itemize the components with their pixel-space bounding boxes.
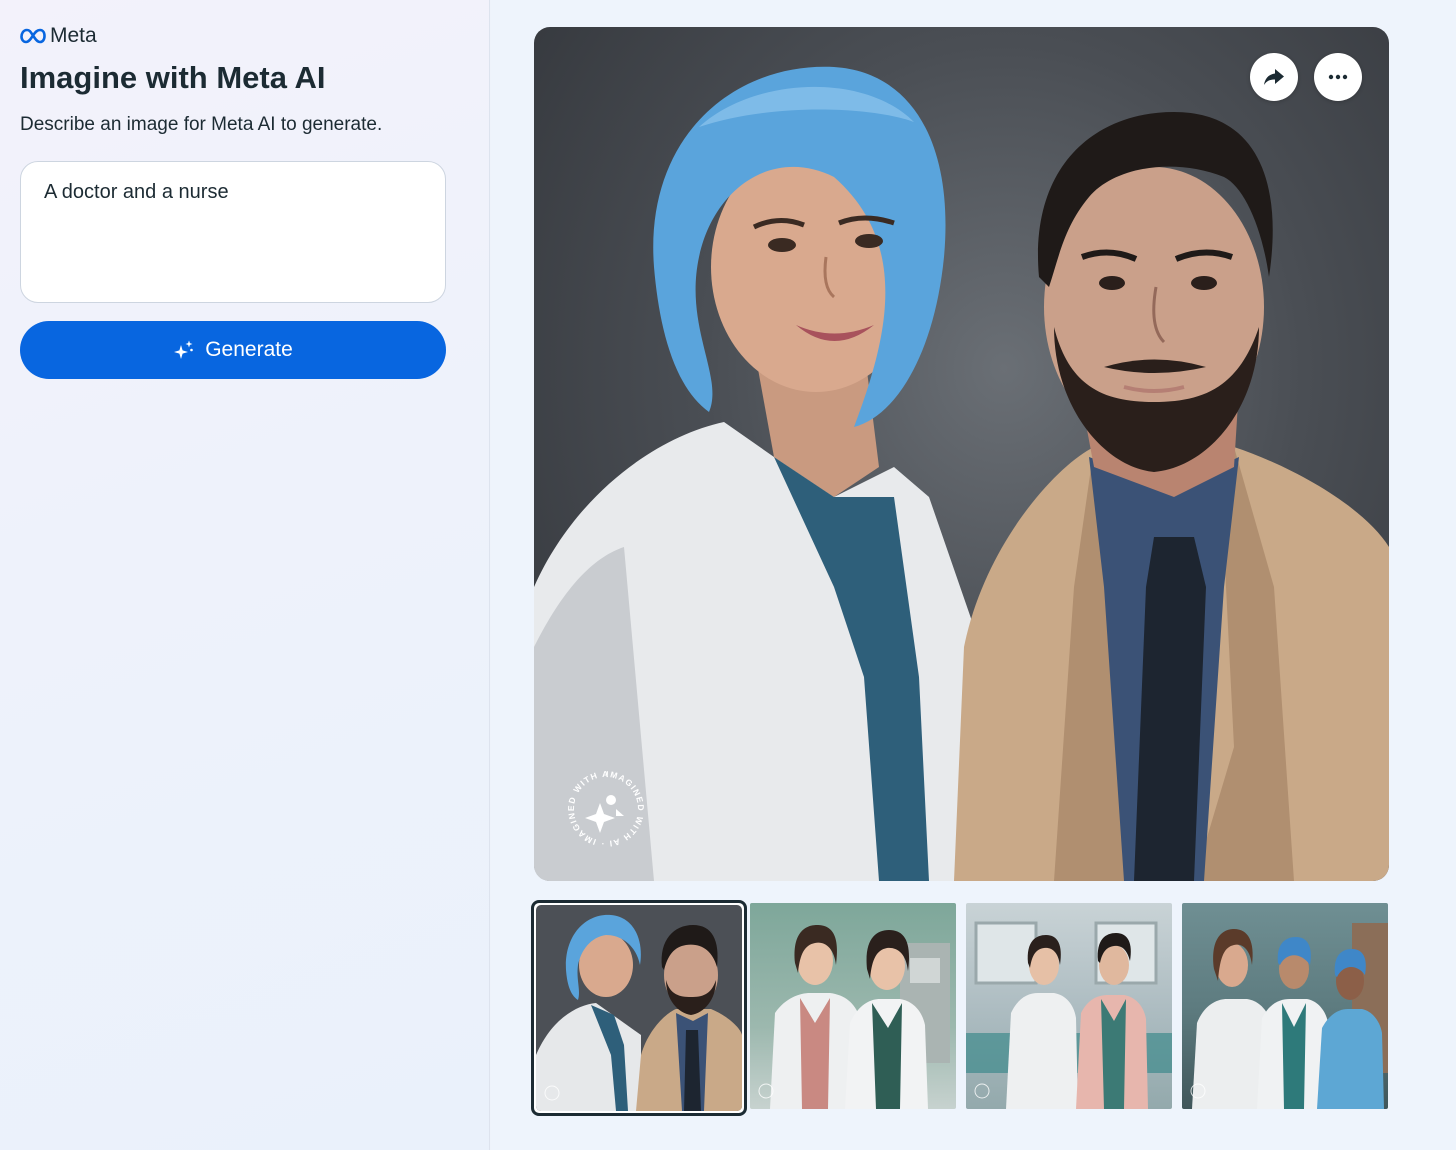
share-arrow-icon: [1264, 69, 1284, 85]
brand-name: Meta: [50, 24, 97, 47]
share-button[interactable]: [1250, 53, 1298, 101]
generate-button[interactable]: Generate: [20, 321, 446, 379]
thumbnail-1[interactable]: [531, 900, 747, 1116]
watermark-text: IMAGINED WITH AI · IMAGINED WITH AI ·: [562, 759, 645, 849]
meta-infinity-icon: [20, 28, 46, 44]
prompt-input[interactable]: A doctor and a nurse: [20, 161, 446, 303]
page-subtitle: Describe an image for Meta AI to generat…: [20, 114, 383, 135]
generated-image[interactable]: IMAGINED WITH AI · IMAGINED WITH AI ·: [534, 27, 1389, 881]
more-options-button[interactable]: [1314, 53, 1362, 101]
generate-button-label: Generate: [205, 338, 293, 361]
more-dots-icon: [1328, 74, 1348, 80]
imagined-with-ai-watermark: IMAGINED WITH AI · IMAGINED WITH AI ·: [562, 759, 648, 856]
image-panel: IMAGINED WITH AI · IMAGINED WITH AI ·: [491, 0, 1456, 1150]
meta-logo[interactable]: Meta: [20, 24, 97, 48]
left-panel: Meta Imagine with Meta AI Describe an im…: [0, 0, 490, 1150]
thumbnail-2[interactable]: [750, 903, 956, 1109]
svg-text:IMAGINED WITH AI · IMAGINED WI: IMAGINED WITH AI · IMAGINED WITH AI ·: [564, 767, 646, 849]
thumbnail-3[interactable]: [966, 903, 1172, 1109]
generated-image-illustration: [534, 66, 1389, 881]
thumbnail-4[interactable]: [1182, 903, 1388, 1109]
page-title: Imagine with Meta AI: [20, 60, 326, 95]
thumbnail-strip: [531, 900, 1391, 1116]
imagined-with-ai-badge-icon: IMAGINED WITH AI · IMAGINED WITH AI ·: [562, 759, 646, 849]
sparkle-icon: [174, 340, 194, 359]
